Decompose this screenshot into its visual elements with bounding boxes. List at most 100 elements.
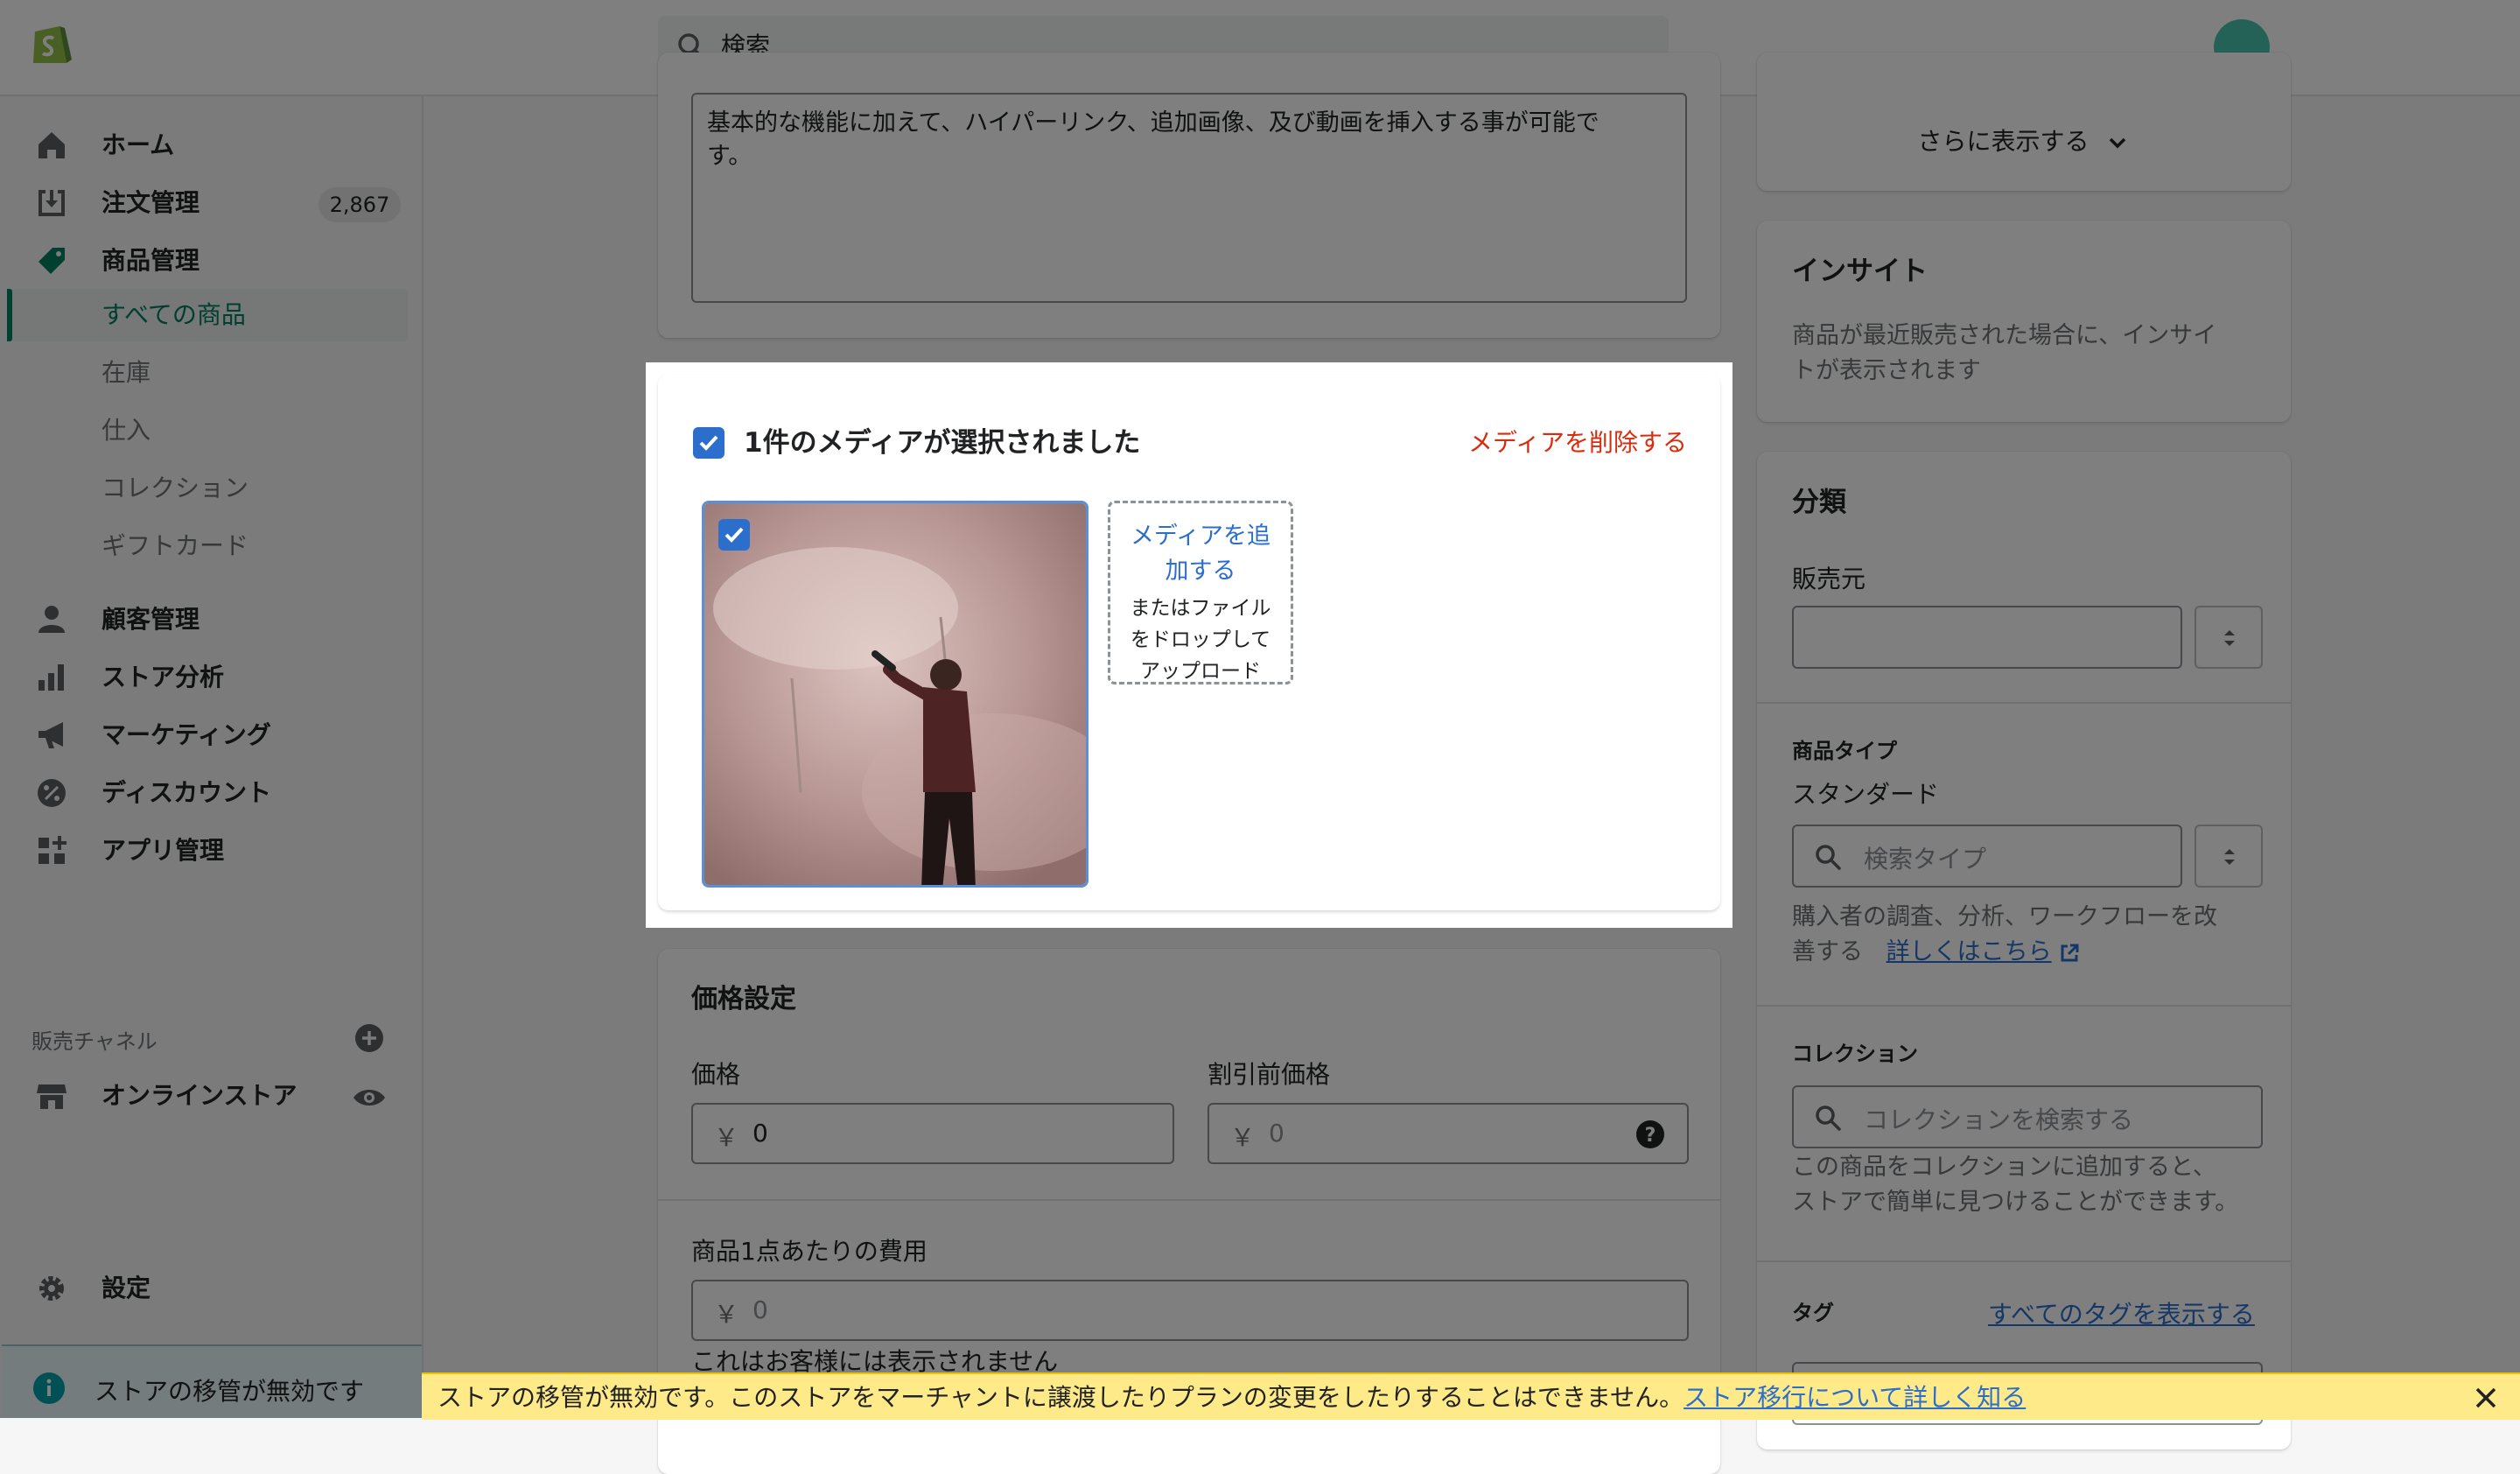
media-dropzone[interactable]: メディアを追 加する またはファイル をドロップして アップロード	[1108, 501, 1293, 684]
shopify-logo-icon[interactable]	[26, 19, 75, 68]
media-card-highlight: 1件のメディアが選択されました メディアを削除する メディアを追 加する または…	[646, 362, 1732, 928]
description-text-line: す。	[707, 143, 752, 170]
price-input[interactable]: ￥ 0	[691, 1103, 1174, 1164]
close-icon[interactable]	[2473, 1385, 2499, 1411]
sidebar-item-home[interactable]: ホーム	[0, 117, 422, 173]
store-transfer-warning-bar: ストアの移管が無効です。このストアをマーチャントに譲渡したりプランの変更をしたり…	[422, 1372, 2520, 1420]
home-icon	[38, 132, 65, 158]
divider	[1757, 1260, 2291, 1262]
vendor-input[interactable]	[1792, 606, 2182, 669]
active-indicator	[7, 289, 12, 341]
add-media-button[interactable]: メディアを追 加する	[1110, 519, 1291, 589]
product-type-select-button[interactable]	[2194, 825, 2263, 888]
compare-price-input[interactable]: ￥ 0 ?	[1208, 1103, 1689, 1164]
insights-text-line: 商品が最近販売された場合に、インサイ	[1792, 322, 2217, 349]
sidebar-item-settings[interactable]: 設定	[0, 1260, 422, 1316]
media-selected-heading: 1件のメディアが選択されました	[744, 427, 1141, 459]
sidebar-item-label: 注文管理	[102, 188, 200, 217]
select-arrows-icon	[2224, 849, 2235, 865]
description-text-line: 基本的な機能に加えて、ハイパーリンク、追加画像、及び動画を挿入する事が可能で	[707, 109, 1600, 137]
warning-text: ストアの移管が無効です。このストアをマーチャントに譲渡したりプランの変更をしたり…	[438, 1383, 1684, 1412]
currency-symbol: ￥	[714, 1300, 739, 1329]
search-icon	[1816, 845, 1841, 870]
media-thumbnail[interactable]	[702, 501, 1088, 888]
megaphone-icon	[38, 722, 63, 748]
sidebar-subitem-label: すべての商品	[102, 300, 246, 329]
sidebar-item-products[interactable]: 商品管理	[0, 233, 422, 289]
info-icon	[33, 1372, 65, 1404]
product-type-search-input[interactable]: 検索タイプ	[1792, 825, 2182, 888]
tag-icon	[38, 248, 65, 274]
sidebar-subitem-collections[interactable]: コレクション	[7, 462, 408, 515]
sidebar-item-label: 顧客管理	[102, 605, 200, 634]
description-editor[interactable]: 基本的な機能に加えて、ハイパーリンク、追加画像、及び動画を挿入する事が可能で す…	[691, 93, 1687, 303]
drop-hint-line: またはファイル	[1130, 597, 1271, 620]
delete-media-button[interactable]: メディアを削除する	[1468, 427, 1687, 459]
sidebar: ホーム 注文管理 2,867 商品管理 すべての商品 在庫 仕入 コレクション …	[0, 96, 424, 1420]
sidebar-subitem-transfers[interactable]: 仕入	[7, 404, 408, 457]
divider	[658, 1199, 1720, 1201]
insights-text-line: トが表示されます	[1792, 357, 1981, 384]
view-all-tags-link[interactable]: すべてのタグを表示する	[1988, 1295, 2255, 1330]
eye-icon[interactable]	[352, 1080, 387, 1115]
sidebar-subitem-label: ギフトカード	[102, 531, 249, 560]
product-type-help-line: 購入者の調査、分析、ワークフローを改	[1792, 903, 2217, 930]
organization-title: 分類	[1792, 487, 1846, 518]
currency-symbol: ￥	[714, 1123, 739, 1152]
collections-search-input[interactable]: コレクションを検索する	[1792, 1085, 2263, 1148]
compare-price-value: 0	[1269, 1119, 1284, 1148]
sidebar-item-label: ホーム	[102, 130, 175, 159]
sales-channels-heading: 販売チャネル	[32, 1029, 158, 1054]
sidebar-item-apps[interactable]: アプリ管理	[0, 823, 422, 879]
sidebar-item-label: マーケティング	[102, 720, 271, 749]
collections-help-line: この商品をコレクションに追加すると、	[1792, 1154, 2216, 1181]
person-icon	[38, 606, 65, 633]
help-icon[interactable]: ?	[1634, 1119, 1666, 1150]
cost-input[interactable]: ￥ 0	[691, 1280, 1689, 1341]
media-card: 1件のメディアが選択されました メディアを削除する メディアを追 加する または…	[658, 375, 1720, 910]
sidebar-item-discounts[interactable]: ディスカウント	[0, 765, 422, 821]
store-icon	[37, 1084, 66, 1109]
add-channel-icon[interactable]	[354, 1022, 385, 1054]
collections-placeholder: コレクションを検索する	[1864, 1106, 2134, 1134]
svg-text:?: ?	[1645, 1125, 1656, 1147]
search-icon	[1816, 1106, 1841, 1131]
warning-learn-more-link[interactable]: ストア移行について詳しく知る	[1684, 1383, 2026, 1412]
sidebar-item-marketing[interactable]: マーケティング	[0, 707, 422, 763]
vendor-select-button[interactable]	[2194, 606, 2263, 669]
checkmark-icon	[724, 527, 744, 543]
cost-value: 0	[752, 1295, 768, 1324]
add-media-label: メディアを追	[1130, 523, 1271, 550]
sidebar-item-label: ストア分析	[102, 663, 225, 691]
discount-icon	[38, 779, 66, 807]
select-all-media-checkbox[interactable]	[693, 427, 724, 459]
gear-icon	[39, 1276, 64, 1301]
sidebar-item-label: 設定	[102, 1274, 151, 1302]
store-transfer-banner[interactable]: ストアの移管が無効です	[2, 1344, 422, 1420]
learn-more-link[interactable]: 詳しくはこちら	[1886, 938, 2052, 965]
checkmark-icon	[699, 435, 718, 451]
sidebar-item-orders[interactable]: 注文管理 2,867	[0, 175, 422, 231]
compare-price-label: 割引前価格	[1208, 1060, 1331, 1089]
chevron-down-icon	[2110, 137, 2126, 149]
sidebar-subitem-all-products[interactable]: すべての商品	[7, 289, 408, 341]
external-link-icon	[2061, 944, 2079, 961]
drop-hint-line: をドロップして	[1130, 628, 1271, 651]
collections-help-line: ストアで簡単に見つけることができます。	[1792, 1189, 2239, 1216]
singer-photo	[704, 503, 1086, 885]
sidebar-item-label: オンラインストア	[102, 1081, 298, 1110]
sidebar-subitem-gift-cards[interactable]: ギフトカード	[7, 520, 408, 572]
sidebar-item-analytics[interactable]: ストア分析	[0, 649, 422, 705]
show-more-button[interactable]: さらに表示する	[1757, 123, 2291, 158]
show-more-label: さらに表示する	[1917, 127, 2090, 156]
sidebar-subitem-label: 在庫	[102, 358, 151, 387]
drop-hint-line: アップロード	[1140, 660, 1261, 683]
vendor-label: 販売元	[1792, 565, 1866, 593]
sidebar-item-label: ディスカウント	[102, 778, 272, 807]
sidebar-item-label: 商品管理	[102, 246, 200, 275]
collections-title: コレクション	[1792, 1042, 1918, 1066]
sidebar-item-customers[interactable]: 顧客管理	[0, 592, 422, 648]
sidebar-subitem-inventory[interactable]: 在庫	[7, 347, 408, 399]
media-item-checkbox[interactable]	[718, 519, 750, 551]
insights-title: インサイト	[1792, 256, 1928, 287]
